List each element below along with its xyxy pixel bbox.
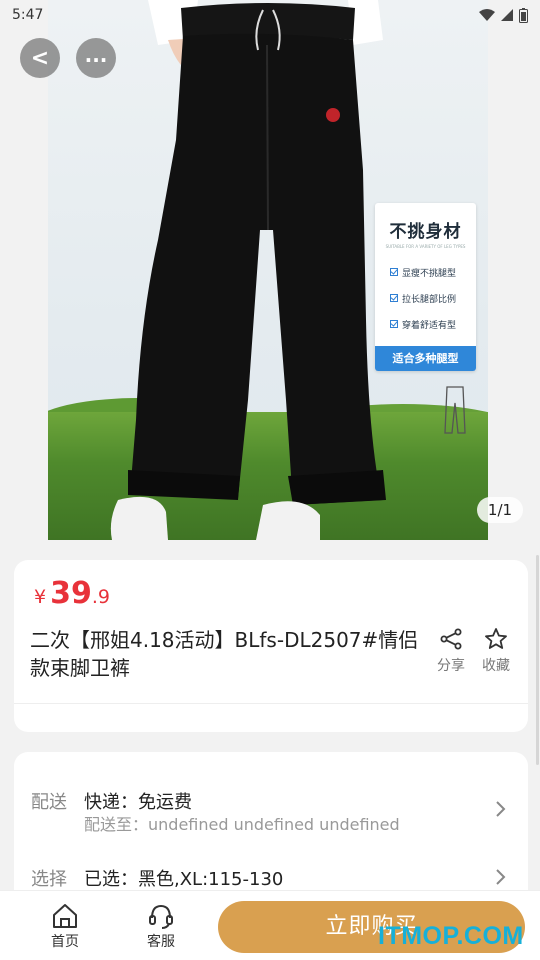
feature-card: 不挑身材 SUITABLE FOR A VARIETY OF LEG TYPES… [375, 203, 476, 371]
share-label: 分享 [437, 658, 465, 674]
checkbox-icon [390, 268, 398, 276]
price-decimal: .9 [91, 586, 110, 608]
feature-item: 穿着舒适有型 [390, 311, 476, 337]
scrollbar[interactable] [536, 555, 539, 765]
price-integer: 39 [50, 576, 92, 611]
product-image-carousel[interactable]: 不挑身材 SUITABLE FOR A VARIETY OF LEG TYPES… [0, 0, 540, 540]
divider [14, 703, 528, 704]
feature-item-label: 显瘦不挑腿型 [402, 268, 457, 279]
feature-item: 显瘦不挑腿型 [390, 259, 476, 285]
back-button[interactable]: < [20, 38, 60, 78]
status-bar: 5:47 [0, 0, 540, 30]
shipping-card: 配送 快递：免运费 配送至：undefined undefined undefi… [14, 752, 528, 912]
share-button[interactable]: 分享 [431, 627, 471, 675]
status-icons [479, 7, 528, 23]
feature-title: 不挑身材 [389, 222, 462, 242]
battery-icon [519, 7, 528, 23]
delivery-address: 配送至：undefined undefined undefined [84, 815, 400, 834]
product-photo: 不挑身材 SUITABLE FOR A VARIETY OF LEG TYPES… [48, 0, 488, 540]
favorite-label: 收藏 [482, 658, 510, 674]
product-info-card: ¥ 39 .9 二次【邢姐4.18活动】BLfs-DL2507#情侣款束脚卫裤 … [14, 560, 528, 732]
image-pager: 1/1 [477, 497, 523, 523]
watermark: ITMOP.COM [378, 922, 524, 950]
checkbox-icon [390, 320, 398, 328]
feature-item-label: 拉长腿部比例 [402, 294, 457, 305]
favorite-button[interactable]: 收藏 [476, 627, 516, 675]
feature-list: 显瘦不挑腿型 拉长腿部比例 穿着舒适有型 [375, 259, 476, 337]
more-button[interactable]: ... [76, 38, 116, 78]
price: ¥ 39 .9 [34, 576, 110, 611]
pants-outline-icon [444, 386, 466, 434]
feature-subtitle: SUITABLE FOR A VARIETY OF LEG TYPES [385, 244, 466, 249]
select-value: 已选：黑色,XL:115-130 [84, 869, 284, 890]
feature-item: 拉长腿部比例 [390, 285, 476, 311]
delivery-label: 配送 [31, 792, 67, 813]
status-time: 5:47 [12, 7, 44, 23]
price-currency: ¥ [34, 586, 47, 608]
share-icon [440, 628, 462, 650]
wifi-icon [479, 9, 495, 21]
chevron-right-icon [496, 801, 506, 817]
feature-item-label: 穿着舒适有型 [402, 320, 457, 331]
home-icon [53, 904, 77, 928]
tab-service-label: 客服 [147, 934, 175, 950]
tab-home-label: 首页 [51, 934, 79, 950]
tab-home[interactable]: 首页 [40, 903, 90, 951]
chevron-right-icon [496, 869, 506, 885]
signal-icon [501, 9, 513, 21]
product-title: 二次【邢姐4.18活动】BLfs-DL2507#情侣款束脚卫裤 [30, 628, 419, 680]
checkbox-icon [390, 294, 398, 302]
tab-customer-service[interactable]: 客服 [136, 903, 186, 951]
headset-icon [149, 904, 173, 929]
feature-footer: 适合多种腿型 [375, 346, 476, 371]
star-icon [485, 628, 507, 649]
select-label: 选择 [31, 869, 67, 890]
